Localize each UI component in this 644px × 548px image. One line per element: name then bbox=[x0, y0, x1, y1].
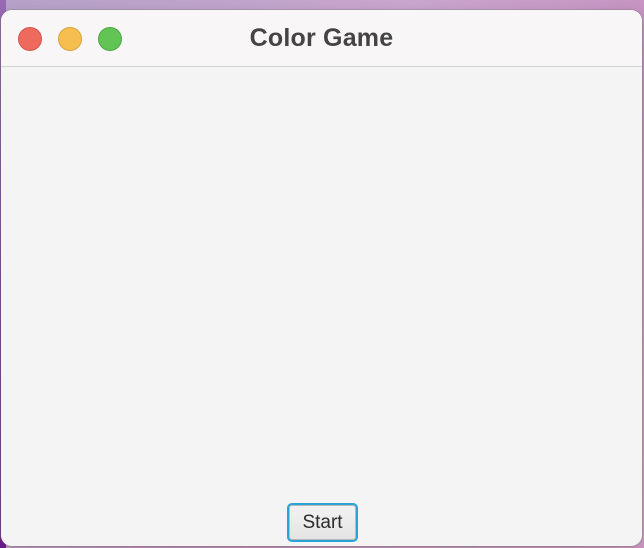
game-canvas-area: Start bbox=[1, 67, 642, 546]
title-bar[interactable]: Color Game bbox=[1, 10, 642, 67]
window-title: Color Game bbox=[249, 24, 394, 52]
app-window: Color Game Start bbox=[1, 10, 642, 546]
start-button[interactable]: Start bbox=[287, 503, 358, 542]
